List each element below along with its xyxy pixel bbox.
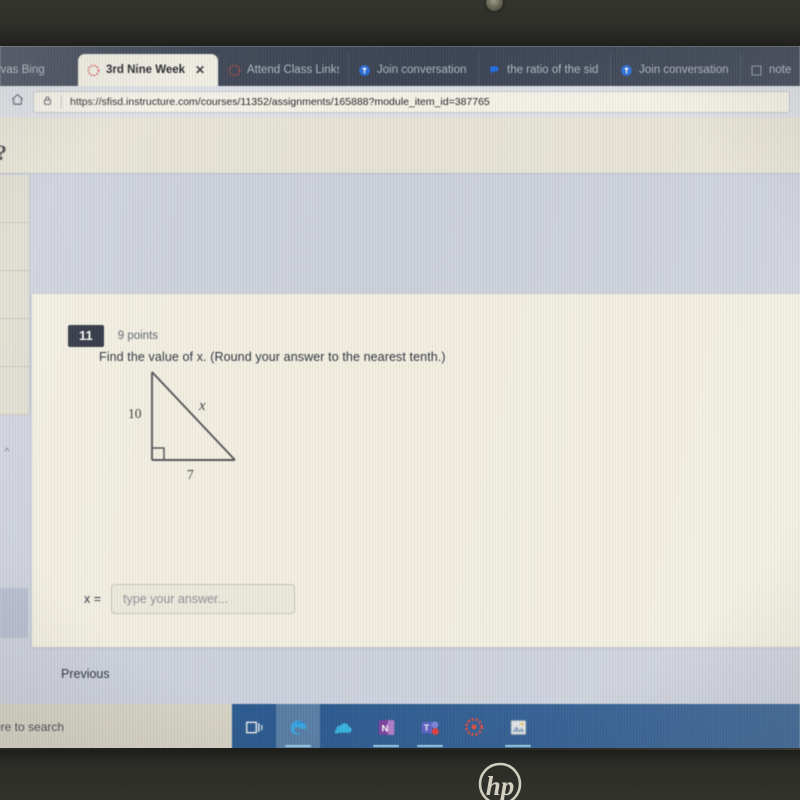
- question-points: 9 points: [117, 330, 159, 343]
- browser-tab-label: the ratio of the sid: [507, 64, 599, 76]
- browser-tab-2[interactable]: Attend Class Links: [218, 54, 348, 86]
- onedrive-icon[interactable]: [320, 704, 364, 750]
- browser-tab-label: Attend Class Links: [247, 64, 339, 76]
- question-number-badge: 11: [68, 325, 104, 348]
- close-icon[interactable]: ✕: [195, 63, 205, 77]
- onenote-icon: [750, 64, 763, 77]
- taskbar-active-underline: [285, 745, 311, 747]
- question-prompt: Find the value of x. (Round your answer …: [99, 350, 446, 364]
- figure-label-vertical-leg: 10: [128, 406, 142, 421]
- answer-label: x =: [84, 592, 102, 606]
- left-rail-item[interactable]: [0, 271, 30, 319]
- canvas-icon: [87, 64, 100, 77]
- monitor-top-bezel: [0, 0, 800, 52]
- web-page: ? ^ 11 9 points Find the value of x. (Ro…: [0, 118, 800, 750]
- scroll-up-icon[interactable]: ^: [0, 446, 14, 460]
- browser-tab-1[interactable]: 3rd Nine Week ✕: [78, 54, 218, 86]
- question-header: 11 9 points: [68, 325, 159, 348]
- browser-toolbar: https://sfisd.instructure.com/courses/11…: [0, 86, 800, 118]
- url-text: https://sfisd.instructure.com/courses/11…: [70, 96, 490, 108]
- left-rail-highlight[interactable]: [0, 588, 28, 638]
- browser-tab-3[interactable]: Join conversation: [348, 54, 478, 86]
- brainly-icon: [488, 64, 501, 77]
- onenote-icon[interactable]: N: [364, 704, 408, 750]
- browser-tab-label: canvas Bing: [0, 64, 45, 76]
- browser-tab-6[interactable]: note: [740, 54, 800, 86]
- browser-tab-5[interactable]: Join conversation: [610, 54, 740, 86]
- home-icon[interactable]: [10, 92, 25, 112]
- teams-icon: [620, 64, 633, 77]
- taskbar-search-box[interactable]: ere to search: [0, 704, 232, 750]
- browser-tab-label: 3rd Nine Week: [106, 64, 186, 76]
- svg-text:hp: hp: [486, 771, 515, 800]
- webcam-icon: [486, 0, 503, 11]
- taskbar-active-underline: [417, 745, 443, 747]
- left-rail-item[interactable]: [0, 175, 30, 223]
- edge-browser-icon[interactable]: [276, 704, 320, 750]
- laptop-photo: canvas Bing 3rd Nine Week ✕ Attend Clas: [0, 0, 800, 800]
- previous-button[interactable]: Previous: [52, 661, 119, 687]
- monitor-bottom-bezel: [0, 748, 800, 800]
- screen: canvas Bing 3rd Nine Week ✕ Attend Clas: [0, 46, 800, 750]
- teams-icon[interactable]: T: [408, 704, 452, 750]
- address-bar[interactable]: https://sfisd.instructure.com/courses/11…: [33, 91, 790, 113]
- taskbar-active-underline: [505, 745, 531, 747]
- page-header-band: ?: [0, 118, 800, 174]
- answer-input[interactable]: [111, 584, 296, 614]
- quiz-question-card: 11 9 points Find the value of x. (Round …: [32, 294, 800, 681]
- hp-logo: hp: [474, 762, 526, 800]
- browser-tab-label: note: [769, 64, 792, 76]
- svg-text:N: N: [381, 723, 388, 734]
- right-triangle-figure: 10 x 7: [99, 366, 289, 496]
- left-rail-item[interactable]: [0, 367, 30, 415]
- browser-tab-label: Join conversation: [639, 64, 729, 76]
- left-rail-item[interactable]: [0, 319, 30, 367]
- figure-label-horizontal-leg: 7: [187, 467, 194, 482]
- browser-tab-4[interactable]: the ratio of the sid: [478, 54, 610, 86]
- browser-tab-label: Join conversation: [377, 64, 467, 76]
- canvas-icon[interactable]: [452, 704, 496, 750]
- windows-taskbar: ere to search N T: [0, 704, 800, 750]
- photos-icon[interactable]: [496, 704, 540, 750]
- taskbar-search-placeholder: ere to search: [0, 720, 65, 734]
- omnibox-divider: [61, 95, 62, 109]
- taskbar-icons: N T: [232, 704, 540, 750]
- figure-label-hypotenuse: x: [199, 398, 206, 414]
- svg-text:T: T: [424, 722, 429, 732]
- task-view-icon[interactable]: [232, 704, 276, 750]
- teams-icon: [358, 64, 371, 77]
- left-rail-item[interactable]: [0, 223, 30, 271]
- help-glyph: ?: [0, 140, 7, 166]
- browser-tab-strip: canvas Bing 3rd Nine Week ✕ Attend Clas: [0, 46, 800, 86]
- browser-tab-0[interactable]: canvas Bing: [0, 54, 80, 86]
- answer-row: x =: [84, 584, 296, 614]
- lock-icon: [42, 93, 53, 111]
- canvas-icon: [228, 64, 241, 77]
- taskbar-active-underline: [373, 745, 399, 747]
